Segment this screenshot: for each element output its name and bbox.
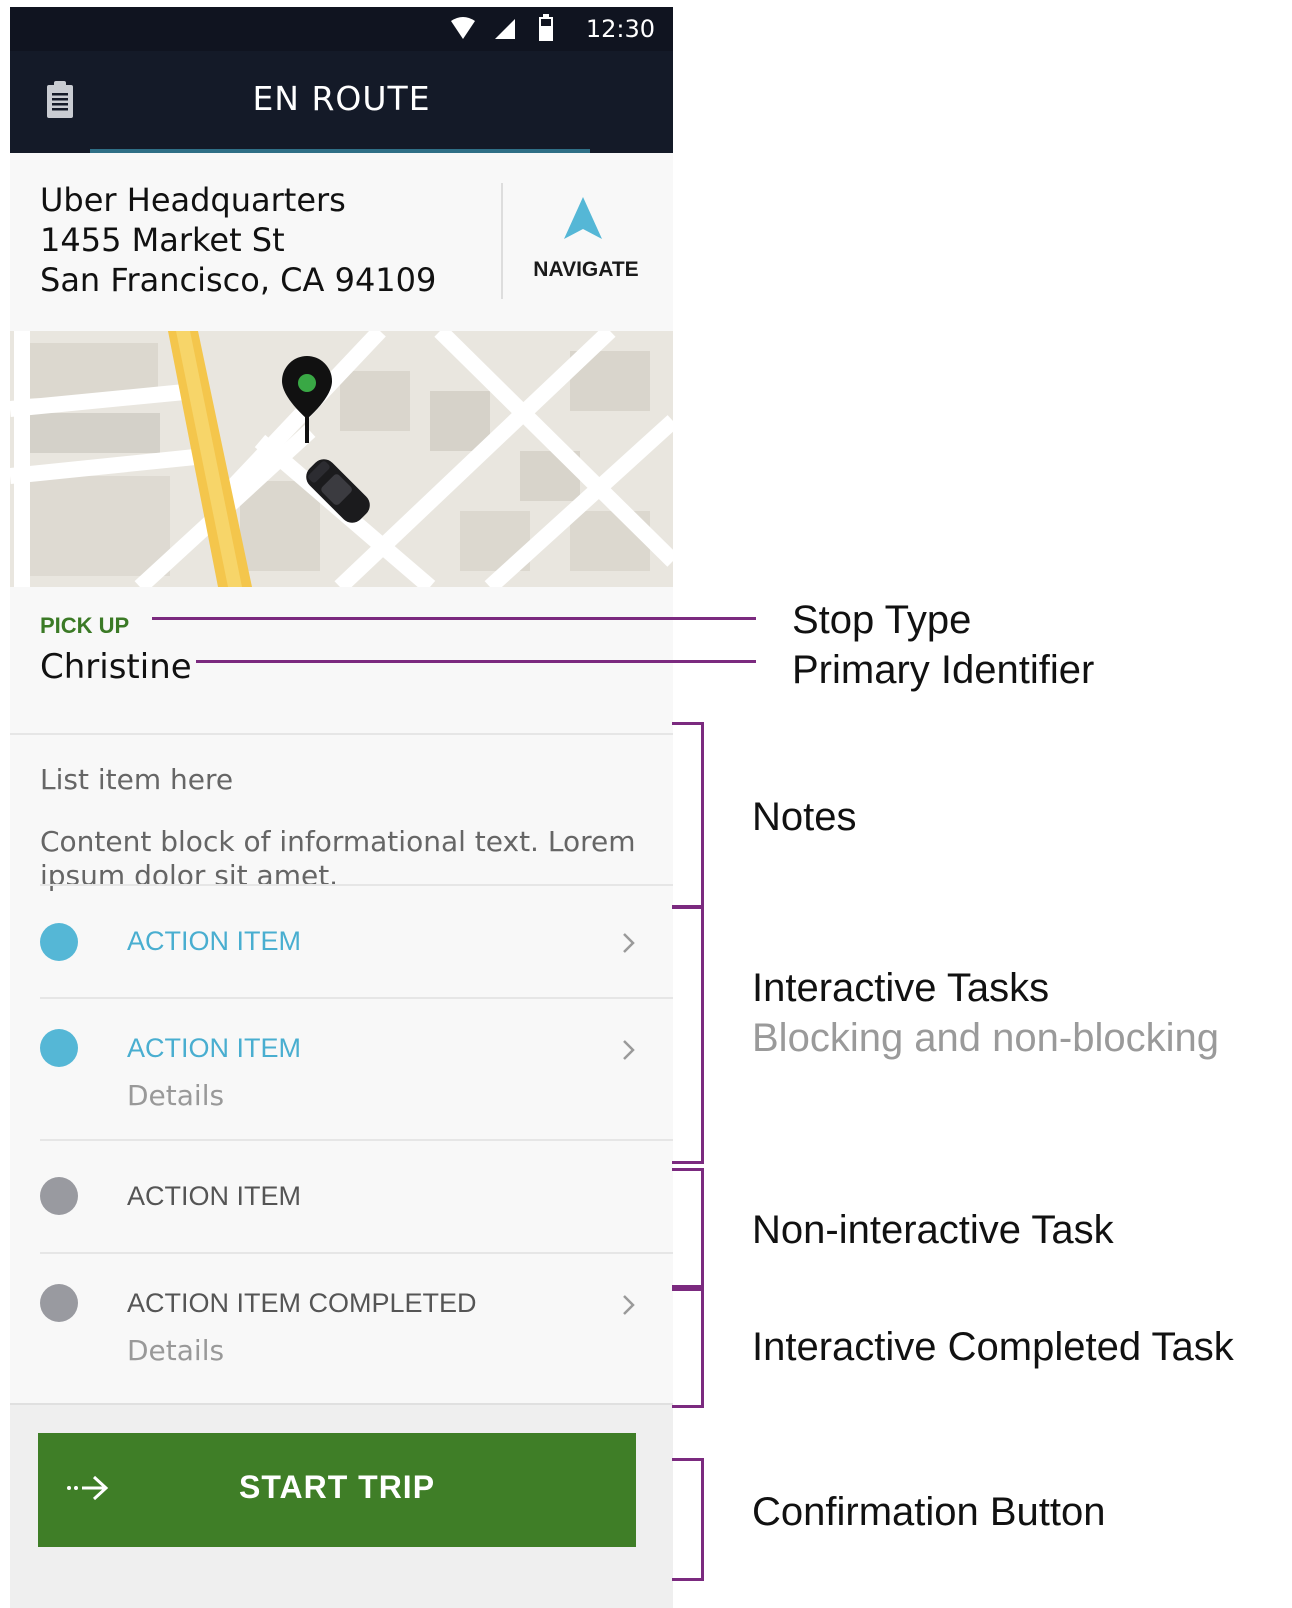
phone-screen: 12:30 EN ROUTE Uber Headquarters 1455 Ma…	[10, 7, 673, 1608]
route-map[interactable]	[10, 331, 673, 587]
annotation-stop-type: Stop Type	[792, 598, 972, 642]
task-status-dot	[40, 1029, 78, 1067]
address-card: Uber Headquarters 1455 Market St San Fra…	[10, 153, 673, 331]
task-details: Details	[127, 1334, 225, 1367]
address-line-name: Uber Headquarters	[40, 181, 346, 219]
chevron-right-icon	[623, 1295, 635, 1315]
chevron-right-icon	[623, 933, 635, 953]
start-trip-label: START TRIP	[238, 1469, 436, 1505]
annotation-interactive-completed-task: Interactive Completed Task	[752, 1325, 1234, 1369]
primary-identifier-leader-line	[196, 660, 756, 663]
task-item-4[interactable]: ACTION ITEM COMPLETED Details	[10, 1254, 673, 1394]
address-line-street: 1455 Market St	[40, 221, 285, 259]
address-line-city: San Francisco, CA 94109	[40, 261, 437, 299]
signal-icon	[495, 19, 515, 39]
task-label: ACTION ITEM COMPLETED	[127, 1288, 477, 1318]
navigate-button[interactable]: NAVIGATE	[515, 258, 657, 282]
annotation-notes: Notes	[752, 795, 857, 839]
address-divider	[501, 183, 503, 299]
stop-type-label: PICK UP	[40, 613, 130, 638]
task-item-3: ACTION ITEM	[10, 1141, 673, 1251]
task-status-dot	[40, 1284, 78, 1322]
task-label: ACTION ITEM	[127, 926, 301, 956]
stop-primary-identifier: Christine	[40, 647, 192, 687]
chevron-right-icon	[623, 1040, 635, 1060]
task-status-dot	[40, 1177, 78, 1215]
wifi-icon	[451, 17, 475, 39]
note-title: List item here	[40, 763, 234, 796]
interactive-tasks-bracket	[672, 906, 704, 1164]
task-item-2[interactable]: ACTION ITEM Details	[10, 999, 673, 1139]
stop-type-leader-line	[152, 617, 756, 620]
footer: START TRIP	[10, 1403, 673, 1608]
app-bar: EN ROUTE	[10, 51, 673, 153]
note-body: Content block of informational text. Lor…	[40, 825, 636, 892]
task-label: ACTION ITEM	[127, 1181, 301, 1211]
annotation-interactive-tasks-sub: Blocking and non-blocking	[752, 1016, 1219, 1060]
annotation-interactive-tasks: Interactive Tasks	[752, 966, 1050, 1010]
task-details: Details	[127, 1079, 225, 1112]
annotation-non-interactive-task: Non-interactive Task	[752, 1208, 1114, 1252]
task-status-dot	[40, 923, 78, 961]
navigate-arrow-icon[interactable]	[564, 197, 602, 239]
task-item-1[interactable]: ACTION ITEM	[10, 886, 673, 996]
task-label: ACTION ITEM	[127, 1033, 301, 1063]
confirmation-button-bracket	[672, 1458, 704, 1581]
battery-icon	[539, 14, 553, 41]
non-interactive-task-bracket	[672, 1168, 704, 1288]
page-title: EN ROUTE	[252, 79, 431, 118]
start-trip-button[interactable]: START TRIP	[38, 1433, 636, 1547]
annotation-confirmation-button: Confirmation Button	[752, 1490, 1106, 1534]
notes-bracket	[672, 722, 704, 908]
annotation-primary-identifier: Primary Identifier	[792, 648, 1095, 692]
status-time: 12:30	[585, 15, 655, 43]
status-bar: 12:30	[10, 7, 673, 51]
completed-task-bracket	[672, 1288, 704, 1408]
